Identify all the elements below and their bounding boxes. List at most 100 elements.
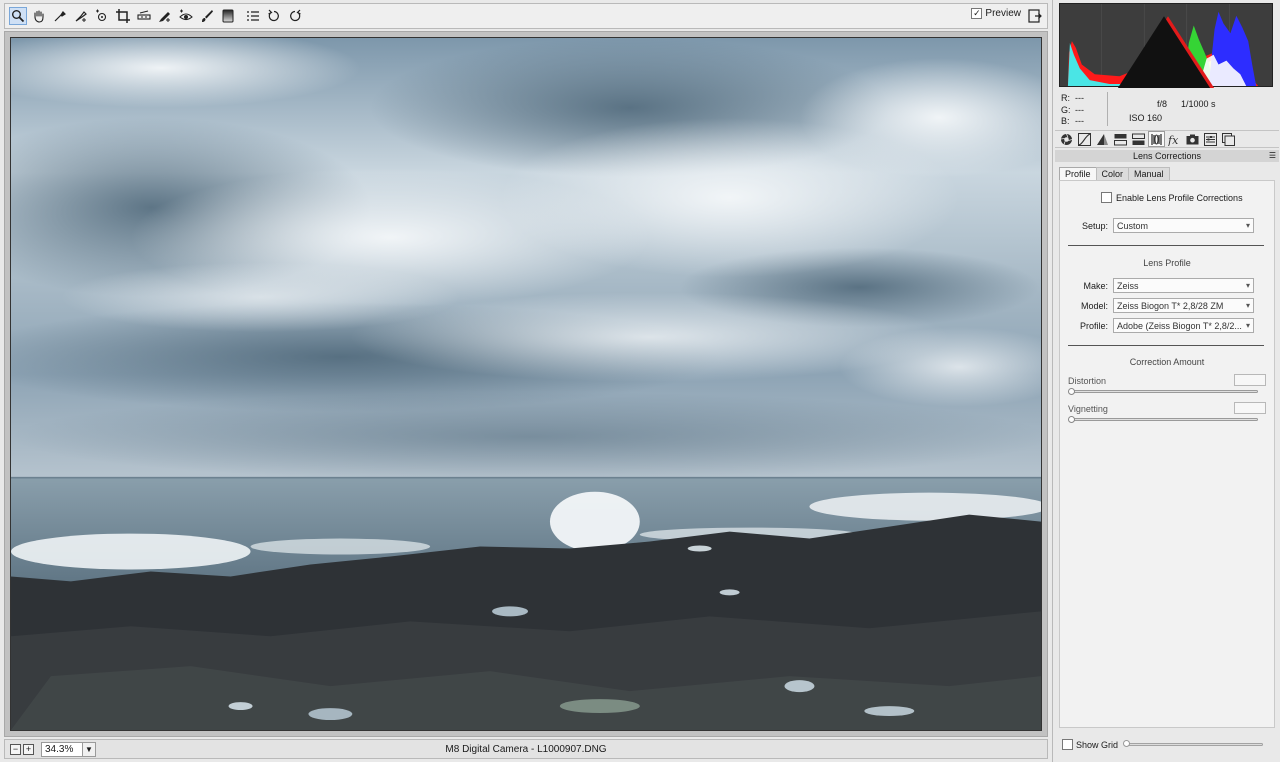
preview-photo[interactable]: [10, 37, 1042, 731]
color-sampler-tool[interactable]: [72, 7, 90, 25]
vignetting-slider[interactable]: [1070, 418, 1258, 421]
distortion-slider[interactable]: [1070, 390, 1258, 393]
shutter-value: 1/1000 s: [1181, 99, 1216, 109]
adjustment-brush-tool[interactable]: [198, 7, 216, 25]
lens-profile-heading: Lens Profile: [1143, 258, 1191, 268]
model-select[interactable]: Zeiss Biogon T* 2,8/28 ZM ▾: [1113, 298, 1254, 313]
tab-split-toning[interactable]: [1130, 131, 1147, 147]
tab-lens-corrections[interactable]: [1148, 131, 1165, 147]
distortion-value-field[interactable]: [1234, 374, 1266, 386]
eyedropper-plus-icon: [75, 11, 87, 22]
chevron-down-icon: ▾: [1245, 281, 1250, 290]
distortion-label: Distortion: [1068, 376, 1107, 386]
zoom-in-button[interactable]: +: [23, 743, 34, 755]
grid-size-slider[interactable]: [1125, 743, 1263, 746]
rotate-right-button[interactable]: [286, 7, 304, 25]
curve-icon: [1078, 132, 1091, 146]
tab-detail[interactable]: [1094, 131, 1111, 147]
subtab-color[interactable]: Color: [1095, 167, 1130, 180]
chevron-down-icon: ▾: [1245, 301, 1250, 310]
subtab-profile[interactable]: Profile: [1059, 167, 1097, 180]
rotate-ccw-icon: [268, 9, 279, 22]
crop-tool[interactable]: [114, 7, 132, 25]
target-icon: [96, 9, 107, 22]
enable-profile-row[interactable]: Enable Lens Profile Corrections: [1101, 192, 1243, 203]
eyedropper-icon: [54, 11, 66, 22]
setup-select[interactable]: Custom ▾: [1113, 218, 1254, 233]
triangle-icon: [1097, 133, 1108, 145]
targeted-adjustment-tool[interactable]: [93, 7, 111, 25]
aperture-value: f/8: [1156, 99, 1167, 109]
tab-tone-curve[interactable]: [1076, 131, 1093, 147]
lens-icon: [1151, 133, 1162, 145]
spot-removal-tool[interactable]: [156, 7, 174, 25]
make-select[interactable]: Zeiss ▾: [1113, 278, 1254, 293]
lens-subtabs: Profile Color Manual: [1059, 167, 1170, 180]
highlight-clipping-warning-icon[interactable]: [1058, 6, 1270, 88]
white-balance-tool[interactable]: [51, 7, 69, 25]
preview-toggle[interactable]: ✓ Preview: [971, 8, 1021, 19]
setup-value: Custom: [1117, 220, 1149, 231]
lens-corrections-body: Enable Lens Profile Corrections Setup: C…: [1059, 180, 1275, 728]
tab-effects[interactable]: fx: [1166, 131, 1183, 147]
level-icon: [137, 10, 151, 20]
gradient-icon: [222, 9, 234, 23]
preferences-button[interactable]: [244, 7, 262, 25]
zoom-level-field[interactable]: 34.3%: [41, 741, 83, 757]
panel-header: Lens Corrections ☰: [1055, 150, 1279, 162]
panel-tab-strip: fx: [1055, 130, 1279, 148]
magnifier-icon: [12, 10, 25, 23]
make-row: Make: Zeiss ▾: [1060, 278, 1254, 293]
toolbar: ✓ Preview: [4, 3, 1048, 29]
enable-profile-label: Enable Lens Profile Corrections: [1116, 192, 1243, 203]
seascape-photo: [11, 38, 1041, 730]
fullscreen-button[interactable]: [1026, 7, 1043, 24]
red-eye-tool[interactable]: [177, 7, 195, 25]
profile-select[interactable]: Adobe (Zeiss Biogon T* 2,8/2... ▾: [1113, 318, 1254, 333]
show-grid-toggle[interactable]: Show Grid: [1062, 739, 1118, 750]
brush-plus-icon: [159, 12, 170, 22]
snapshot-icon: [1222, 132, 1235, 146]
graduated-filter-tool[interactable]: [219, 7, 237, 25]
setup-label: Setup:: [1081, 220, 1108, 231]
preview-checkbox[interactable]: ✓: [971, 8, 983, 19]
status-bar: − + 34.3% ▼ M8 Digital Camera - L1000907…: [4, 739, 1048, 759]
chevron-down-icon: ▾: [1245, 221, 1250, 230]
panel-menu-icon[interactable]: ☰: [1269, 150, 1276, 162]
tab-camera-calibration[interactable]: [1184, 131, 1201, 147]
distortion-slider-thumb[interactable]: [1068, 388, 1075, 395]
brush-icon: [202, 10, 213, 22]
model-row: Model: Zeiss Biogon T* 2,8/28 ZM ▾: [1060, 298, 1254, 313]
hand-icon: [34, 10, 44, 23]
sliders-icon: [1204, 132, 1217, 146]
histogram: [1058, 3, 1273, 88]
tab-basic[interactable]: [1058, 131, 1075, 147]
tab-presets[interactable]: [1202, 131, 1219, 147]
straighten-tool[interactable]: [135, 7, 153, 25]
zoom-tool[interactable]: [9, 7, 27, 25]
split-icon: [1132, 133, 1145, 145]
tab-hsl[interactable]: [1112, 131, 1129, 147]
section-divider: [1068, 345, 1264, 346]
tab-snapshots[interactable]: [1220, 131, 1237, 147]
fx-icon: fx: [1168, 134, 1179, 146]
enable-profile-checkbox[interactable]: [1101, 192, 1112, 203]
profile-row: Profile: Adobe (Zeiss Biogon T* 2,8/2...…: [1060, 318, 1254, 333]
readout-divider: [1107, 92, 1108, 126]
zoom-out-button[interactable]: −: [10, 743, 21, 755]
camera-icon: [1186, 134, 1199, 144]
svg-text:fx: fx: [1168, 134, 1179, 146]
vignetting-slider-thumb[interactable]: [1068, 416, 1075, 423]
grid-size-slider-thumb[interactable]: [1123, 740, 1130, 747]
make-label: Make:: [1083, 280, 1108, 291]
show-grid-checkbox[interactable]: [1062, 739, 1073, 750]
rotate-left-button[interactable]: [265, 7, 283, 25]
vignetting-value-field[interactable]: [1234, 402, 1266, 414]
zoom-dropdown-button[interactable]: ▼: [83, 741, 96, 757]
hand-tool[interactable]: [30, 7, 48, 25]
setup-row: Setup: Custom ▾: [1060, 218, 1254, 233]
profile-value: Adobe (Zeiss Biogon T* 2,8/2...: [1117, 320, 1242, 331]
subtab-manual[interactable]: Manual: [1128, 167, 1170, 180]
vignetting-label: Vignetting: [1068, 404, 1108, 414]
image-preview-area[interactable]: [4, 31, 1048, 737]
